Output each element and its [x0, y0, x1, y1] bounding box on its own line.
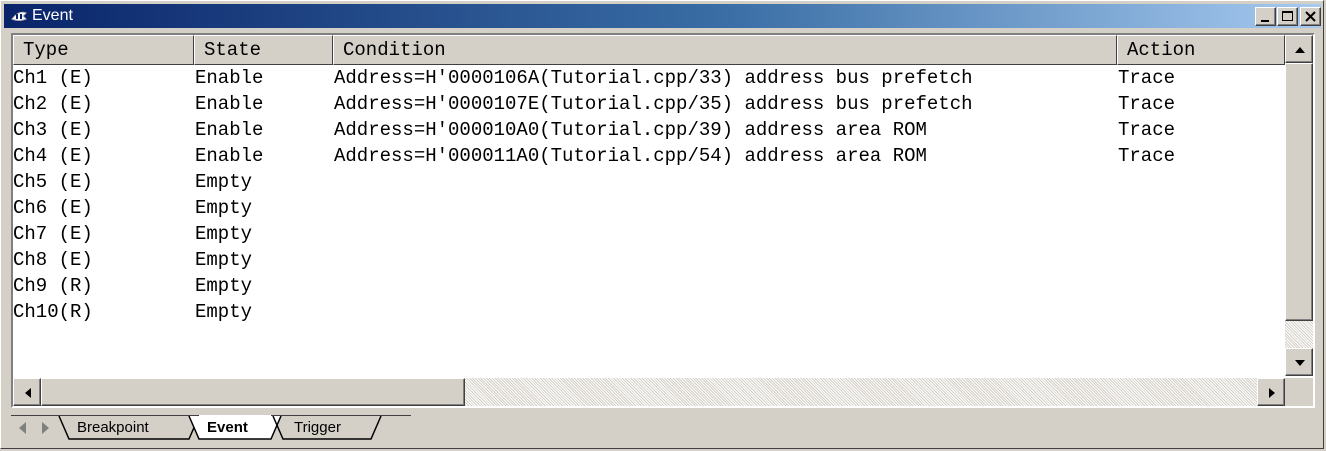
condition-cell: Address=H'000011A0(Tutorial.cpp/54) addr… — [334, 145, 927, 167]
type-cell: Ch8 (E) — [13, 249, 93, 271]
table-row[interactable]: Ch10(R) Empty — [13, 299, 1275, 325]
vertical-scrollbar[interactable] — [1285, 35, 1313, 376]
state-cell: Enable — [195, 93, 264, 115]
horizontal-scrollbar[interactable] — [13, 378, 1285, 406]
title-bar[interactable]: Event — [4, 4, 1321, 28]
state-cell: Enable — [195, 145, 264, 167]
scroll-down-button[interactable] — [1285, 348, 1313, 376]
table-row[interactable]: Ch2 (E) Enable Address=H'0000107E(Tutori… — [13, 91, 1275, 117]
table-row[interactable]: Ch1 (E) Enable Address=H'0000106A(Tutori… — [13, 65, 1275, 91]
table-row[interactable]: Ch6 (E) Empty — [13, 195, 1275, 221]
action-cell: Trace — [1118, 119, 1176, 141]
table-row[interactable]: Ch7 (E) Empty — [13, 221, 1275, 247]
condition-cell: Address=H'0000107E(Tutorial.cpp/35) addr… — [334, 93, 973, 115]
arrow-left-icon — [25, 388, 31, 398]
table-row[interactable]: Ch5 (E) Empty — [13, 169, 1275, 195]
tab-strip: Breakpoint Event Trigger — [11, 415, 1315, 441]
window-title: Event — [32, 7, 73, 24]
maximize-icon — [1282, 11, 1293, 21]
state-cell: Empty — [195, 171, 253, 193]
close-button[interactable] — [1300, 7, 1321, 26]
action-cell: Trace — [1118, 145, 1176, 167]
column-header-condition[interactable]: Condition — [333, 35, 1117, 65]
scroll-up-button[interactable] — [1285, 35, 1313, 63]
action-cell: Trace — [1118, 93, 1176, 115]
vertical-scroll-thumb[interactable] — [1285, 63, 1313, 321]
table-row[interactable]: Ch9 (R) Empty — [13, 273, 1275, 299]
type-cell: Ch3 (E) — [13, 119, 93, 141]
state-cell: Empty — [195, 275, 253, 297]
condition-cell: Address=H'0000106A(Tutorial.cpp/33) addr… — [334, 67, 973, 89]
tab-trigger[interactable]: Trigger — [294, 419, 341, 437]
type-cell: Ch5 (E) — [13, 171, 93, 193]
action-cell: Trace — [1118, 67, 1176, 89]
state-cell: Enable — [195, 67, 264, 89]
horizontal-scroll-thumb[interactable] — [41, 378, 465, 406]
arrow-right-icon — [1269, 388, 1275, 398]
arrow-down-icon — [1295, 360, 1305, 366]
type-cell: Ch10(R) — [13, 301, 93, 323]
state-cell: Enable — [195, 119, 264, 141]
tab-event[interactable]: Event — [207, 419, 248, 437]
event-window-icon — [11, 11, 27, 21]
scroll-left-button[interactable] — [13, 378, 41, 406]
state-cell: Empty — [195, 197, 253, 219]
table-row[interactable]: Ch4 (E) Enable Address=H'000011A0(Tutori… — [13, 143, 1275, 169]
type-cell: Ch2 (E) — [13, 93, 93, 115]
condition-cell: Address=H'000010A0(Tutorial.cpp/39) addr… — [334, 119, 927, 141]
column-header-type[interactable]: Type — [13, 35, 194, 65]
type-cell: Ch7 (E) — [13, 223, 93, 245]
scroll-right-button[interactable] — [1257, 378, 1285, 406]
state-cell: Empty — [195, 223, 253, 245]
state-cell: Empty — [195, 249, 253, 271]
state-cell: Empty — [195, 301, 253, 323]
column-header-state[interactable]: State — [194, 35, 333, 65]
column-header-action[interactable]: Action — [1117, 35, 1285, 65]
close-icon — [1305, 11, 1316, 22]
table-row[interactable]: Ch3 (E) Enable Address=H'000010A0(Tutori… — [13, 117, 1275, 143]
table-row[interactable]: Ch8 (E) Empty — [13, 247, 1275, 273]
scrollbar-corner — [1285, 378, 1313, 406]
maximize-button[interactable] — [1277, 7, 1298, 26]
event-window: Event Type State Condition Action Ch1 (E… — [0, 0, 1324, 449]
type-cell: Ch4 (E) — [13, 145, 93, 167]
type-cell: Ch1 (E) — [13, 67, 93, 89]
tab-breakpoint[interactable]: Breakpoint — [77, 419, 149, 437]
minimize-button[interactable] — [1255, 7, 1276, 26]
minimize-icon — [1261, 20, 1269, 22]
arrow-up-icon — [1295, 47, 1305, 53]
type-cell: Ch6 (E) — [13, 197, 93, 219]
type-cell: Ch9 (R) — [13, 275, 93, 297]
event-list[interactable]: Type State Condition Action Ch1 (E) Enab… — [11, 33, 1315, 408]
